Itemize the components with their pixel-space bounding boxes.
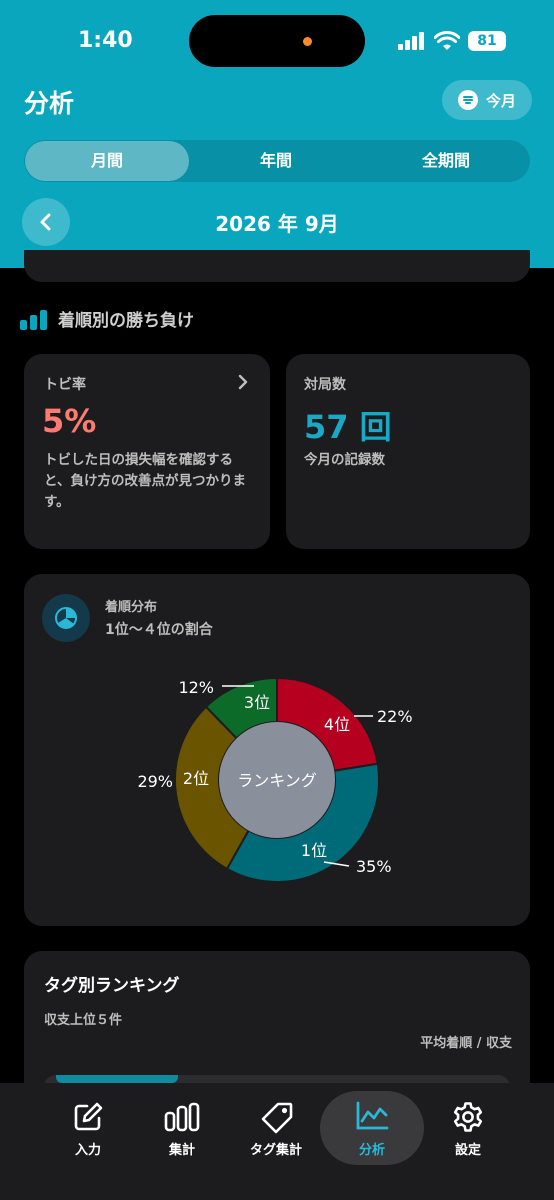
page-title: 分析 [24, 89, 75, 118]
tab-settings-label: 設定 [454, 1143, 481, 1158]
previous-card [24, 250, 530, 282]
rank-donut-chart: ランキング 4位 22% 1位 35% 2位 29% 3位 12% [137, 676, 413, 883]
tab-tag-summary[interactable]: タグ集計 [226, 1083, 326, 1173]
tobi-rate-card[interactable]: トビ率 5% トビした日の損失幅を確認すると、負け方の改善点が見つかります。 [24, 354, 270, 549]
recording-dot [303, 37, 312, 46]
tab-monthly[interactable]: 月間 [25, 141, 189, 181]
tab-summary-label: 集計 [168, 1143, 195, 1158]
slice-percent-3: 29% [137, 772, 173, 791]
chevron-right-icon [238, 374, 248, 390]
tag-icon [261, 1102, 293, 1134]
slice-label-3: 2位 [183, 769, 209, 788]
tag-ranking-subtitle: 収支上位５件 [44, 1013, 123, 1028]
tab-input[interactable]: 入力 [38, 1083, 138, 1173]
games-count-sub: 今月の記録数 [304, 452, 385, 468]
slice-percent-4: 12% [178, 678, 214, 697]
dynamic-island [189, 15, 365, 67]
tobi-rate-value: 5% [42, 402, 97, 440]
rank-distribution-card: 着順分布 1位〜４位の割合 ランキング 4位 22% 1位 35% 2位 29% 3位 12% [24, 574, 530, 926]
tab-yearly[interactable]: 年間 [194, 141, 358, 181]
tag-ranking-column-label: 平均着順 / 収支 [420, 1036, 512, 1051]
slice-label-1: 4位 [324, 715, 350, 734]
analysis-chart-icon [356, 1101, 389, 1130]
slice-label-4: 3位 [244, 693, 270, 712]
tab-analysis-label: 分析 [358, 1143, 385, 1158]
tab-tag-summary-label: タグ集計 [249, 1143, 302, 1158]
wifi-icon [434, 31, 460, 50]
games-count-value: 57 回 [304, 408, 392, 446]
filter-icon [457, 90, 478, 110]
slice-percent-1: 22% [377, 707, 413, 726]
tobi-rate-description: トビした日の損失幅を確認すると、負け方の改善点が見つかります。 [44, 452, 246, 510]
section-title: 着順別の勝ち負け [58, 311, 194, 331]
tab-all-time[interactable]: 全期間 [364, 141, 528, 181]
period-segmented-control: 月間 年間 全期間 [24, 140, 530, 182]
bar-chart-icon [164, 1102, 200, 1132]
games-count-label: 対局数 [304, 377, 346, 393]
tag-ranking-title: タグ別ランキング [44, 976, 180, 996]
signal-icon [398, 32, 426, 50]
edit-icon [74, 1102, 103, 1131]
slice-percent-2: 35% [356, 857, 392, 876]
tab-analysis[interactable]: 分析 [320, 1083, 424, 1173]
section-header: 着順別の勝ち負け [20, 306, 194, 331]
bar-chart-icon [20, 308, 48, 330]
games-count-card: 対局数 57 回 今月の記録数 [286, 354, 530, 549]
tag-bar [56, 1075, 178, 1083]
donut-center-label: ランキング [237, 771, 317, 790]
tab-summary[interactable]: 集計 [132, 1083, 232, 1173]
status-time: 1:40 [78, 28, 133, 53]
period-label: 2026 年 9月 [215, 212, 339, 236]
this-month-button[interactable]: 今月 [442, 80, 532, 120]
tobi-rate-label: トビ率 [44, 377, 86, 393]
status-bar: 1:40 81 [0, 0, 554, 80]
bottom-tab-bar: 入力 集計 タグ集計 分析 設定 [0, 1083, 554, 1200]
slice-label-2: 1位 [301, 841, 327, 860]
tab-input-label: 入力 [74, 1143, 101, 1158]
header: 1:40 81 分析 今月 月間 年間 全期間 2026 年 9月 [0, 0, 554, 268]
battery-icon: 81 [468, 31, 506, 51]
gear-icon [453, 1102, 483, 1132]
this-month-label: 今月 [485, 91, 516, 110]
tab-settings[interactable]: 設定 [418, 1083, 518, 1173]
